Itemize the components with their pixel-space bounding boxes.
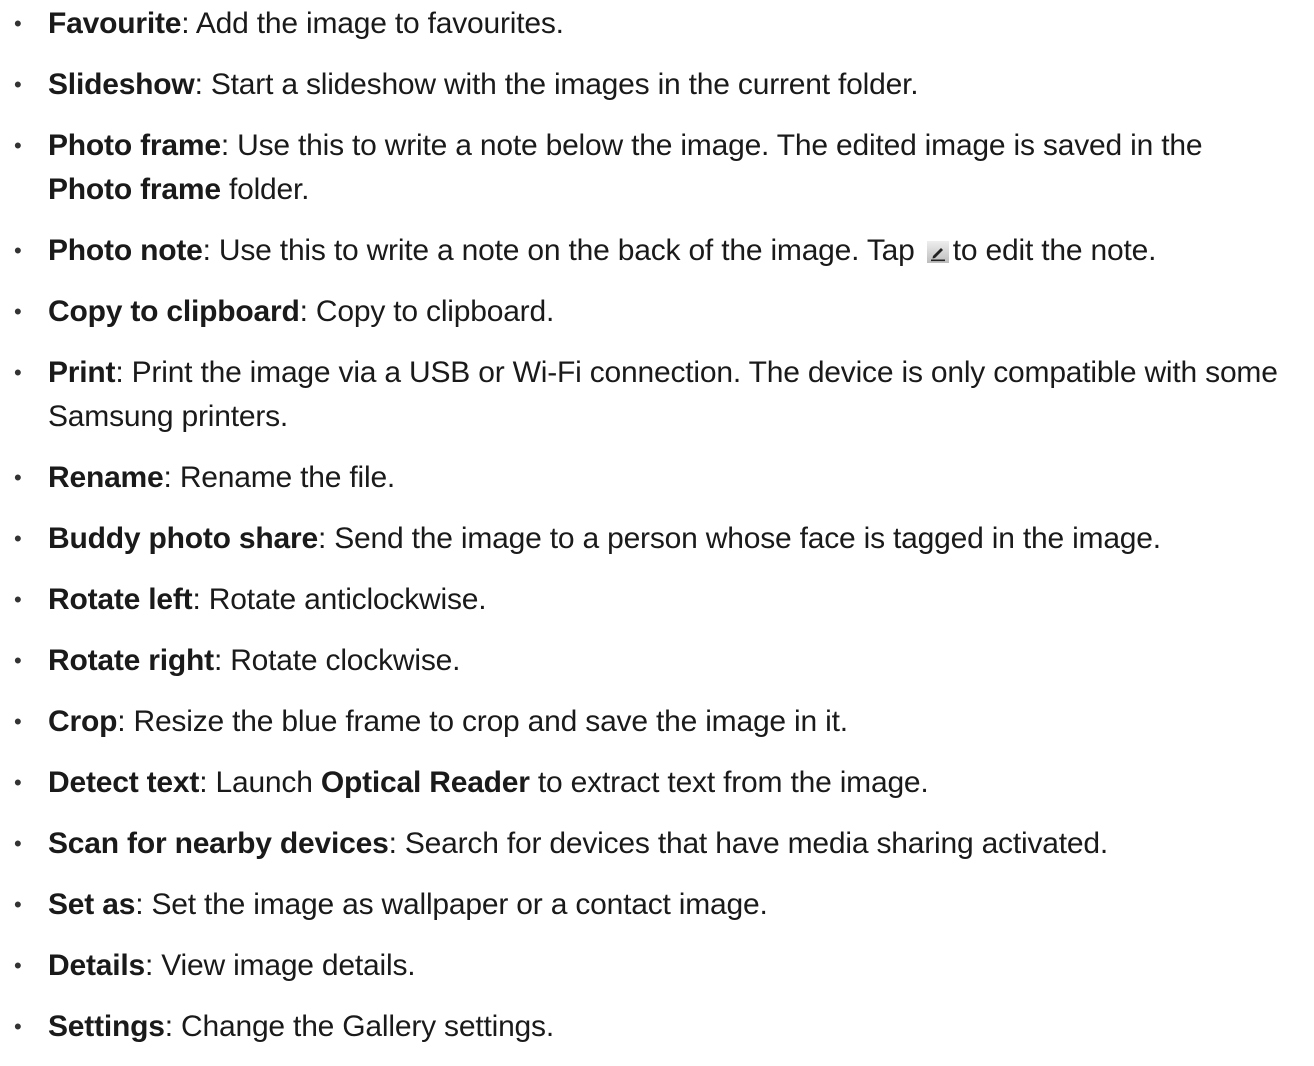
gallery-options-list: • Favourite: Add the image to favourites… [0,2,1314,1066]
bullet-dot: • [14,709,22,734]
list-item-buddy-photo-share: • Buddy photo share: Send the image to a… [0,517,1314,561]
list-item-detect-text: • Detect text: Launch Optical Reader to … [0,761,1314,805]
item-description: Rename the file. [179,461,396,494]
item-description: Change the Gallery settings. [181,1010,554,1043]
list-item-rename: • Rename: Rename the file. [0,456,1314,500]
item-term: Rename [48,461,164,494]
list-item-photo-note: • Photo note: Use this to write a note o… [0,229,1314,273]
item-separator: : [117,705,134,738]
item-description: Search for devices that have media shari… [404,827,1108,860]
list-item-settings: • Settings: Change the Gallery settings. [0,1005,1314,1049]
item-separator: : [163,461,180,494]
edit-note-icon [926,232,949,263]
item-separator: : [194,68,211,101]
bullet-dot: • [14,587,22,612]
item-description: Start a slideshow with the images in the… [210,68,919,101]
item-term-secondary: Optical Reader [320,766,530,799]
item-term: Rotate left [48,583,193,616]
list-item-scan-for-nearby-devices: • Scan for nearby devices: Search for de… [0,822,1314,866]
bullet-dot: • [14,238,22,263]
list-item-rotate-right: • Rotate right: Rotate clockwise. [0,639,1314,683]
item-term: Copy to clipboard [48,295,300,328]
item-separator: : [115,356,132,389]
item-separator: : [299,295,316,328]
item-separator: : [164,1010,182,1043]
item-term: Buddy photo share [48,522,318,555]
item-term: Slideshow [48,68,195,101]
item-separator: : [181,7,196,40]
item-term: Crop [48,705,118,738]
bullet-dot: • [14,465,22,490]
item-term: Print [48,356,116,389]
list-item-favourite: • Favourite: Add the image to favourites… [0,2,1314,46]
bullet-dot: • [14,831,22,856]
item-description: Use this to write a note on the back of … [218,234,915,267]
item-description-secondary: to edit the note. [952,234,1157,267]
bullet-dot: • [14,953,22,978]
list-item-photo-frame: • Photo frame: Use this to write a note … [0,124,1314,212]
list-item-crop: • Crop: Resize the blue frame to crop an… [0,700,1314,744]
item-description: Send the image to a person whose face is… [334,522,1161,555]
item-description: Rotate clockwise. [230,644,461,677]
list-item-print: • Print: Print the image via a USB or Wi… [0,351,1314,439]
bullet-dot: • [14,133,22,158]
item-description: Print the image via a USB or Wi-Fi conne… [48,356,1278,433]
bullet-dot: • [14,526,22,551]
item-term: Scan for nearby devices [48,827,389,860]
item-term: Details [48,949,145,982]
manual-page: • Favourite: Add the image to favourites… [0,0,1314,1043]
list-item-copy-to-clipboard: • Copy to clipboard: Copy to clipboard. [0,290,1314,334]
item-term: Photo note [48,234,203,267]
bullet-dot: • [14,72,22,97]
item-description: Rotate anticlockwise. [208,583,487,616]
bullet-dot: • [14,770,22,795]
item-description: Add the image to favourites. [195,7,564,40]
item-description-secondary: folder. [220,173,310,206]
item-description-secondary: to extract text from the image. [529,766,929,799]
item-separator: : [388,827,405,860]
bullet-dot: • [14,11,22,36]
bullet-dot: • [14,1014,22,1039]
item-description: View image details. [161,949,416,982]
item-separator: : [192,583,209,616]
list-item-details: • Details: View image details. [0,944,1314,988]
item-term: Rotate right [48,644,214,677]
item-description: Launch [215,766,321,799]
list-item-slideshow: • Slideshow: Start a slideshow with the … [0,63,1314,107]
item-separator: : [220,129,238,162]
item-term: Favourite [48,7,182,40]
list-item-rotate-left: • Rotate left: Rotate anticlockwise. [0,578,1314,622]
item-description: Resize the blue frame to crop and save t… [133,705,848,738]
item-separator: : [202,234,219,267]
item-description: Use this to write a note below the image… [237,129,1203,162]
bullet-dot: • [14,648,22,673]
item-separator: : [213,644,231,677]
item-description: Set the image as wallpaper or a contact … [151,888,768,921]
bullet-dot: • [14,299,22,324]
bullet-dot: • [14,892,22,917]
item-separator: : [199,766,216,799]
item-term: Detect text [48,766,200,799]
item-term-secondary: Photo frame [48,173,221,206]
item-term: Photo frame [48,129,221,162]
bullet-dot: • [14,360,22,385]
item-separator: : [135,888,152,921]
item-separator: : [144,949,162,982]
item-term: Settings [48,1010,165,1043]
item-separator: : [317,522,335,555]
item-description: Copy to clipboard. [315,295,555,328]
list-item-set-as: • Set as: Set the image as wallpaper or … [0,883,1314,927]
item-term: Set as [48,888,136,921]
